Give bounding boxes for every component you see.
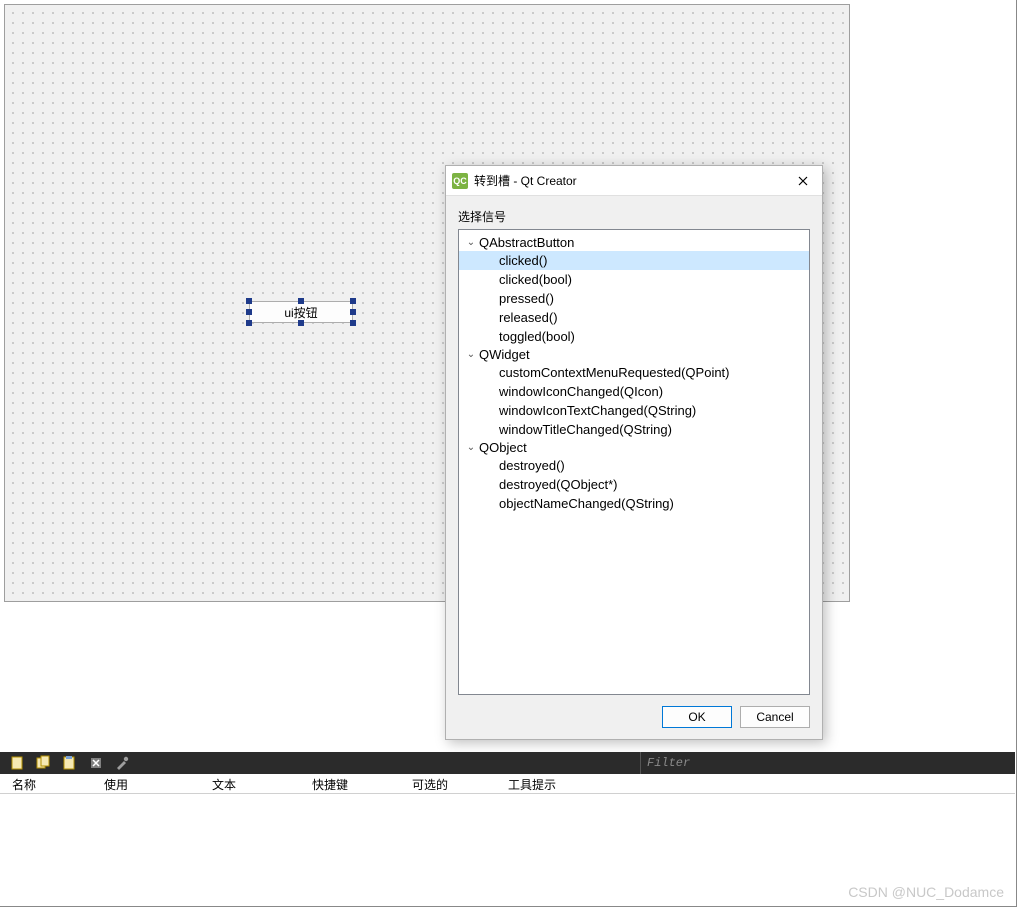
delete-action-icon[interactable] xyxy=(88,755,104,771)
col-shortcut[interactable]: 快捷键 xyxy=(300,774,400,793)
dialog-body: 选择信号 ⌄QAbstractButtonclicked()clicked(bo… xyxy=(446,196,822,695)
signal-item[interactable]: customContextMenuRequested(QPoint) xyxy=(459,363,809,382)
select-signal-label: 选择信号 xyxy=(458,208,810,225)
tree-group-QObject[interactable]: ⌄QObject xyxy=(459,439,809,456)
dialog-title: 转到槽 - Qt Creator xyxy=(474,172,790,189)
new-action-icon[interactable] xyxy=(10,755,26,771)
chevron-down-icon: ⌄ xyxy=(465,442,477,453)
paste-action-icon[interactable] xyxy=(62,755,78,771)
resize-handle-tm[interactable] xyxy=(298,298,304,304)
dialog-close-button[interactable] xyxy=(790,170,816,192)
signal-item[interactable]: clicked() xyxy=(459,251,809,270)
signal-item[interactable]: windowTitleChanged(QString) xyxy=(459,420,809,439)
filter-placeholder: Filter xyxy=(647,756,690,770)
dialog-button-row: OK Cancel xyxy=(446,695,822,739)
outer-frame: ui按钮 QC 转到槽 - Qt Creator xyxy=(0,0,1017,907)
ok-button[interactable]: OK xyxy=(662,706,732,728)
signal-item[interactable]: destroyed() xyxy=(459,456,809,475)
col-text[interactable]: 文本 xyxy=(200,774,300,793)
tree-group-QAbstractButton[interactable]: ⌄QAbstractButton xyxy=(459,234,809,251)
signal-item[interactable]: released() xyxy=(459,308,809,327)
signal-item[interactable]: toggled(bool) xyxy=(459,327,809,346)
col-used[interactable]: 使用 xyxy=(92,774,200,793)
chevron-down-icon: ⌄ xyxy=(465,349,477,360)
selected-widget[interactable]: ui按钮 xyxy=(249,301,353,323)
watermark: CSDN @NUC_Dodamce xyxy=(848,884,1004,900)
tree-group-QWidget[interactable]: ⌄QWidget xyxy=(459,346,809,363)
resize-handle-bl[interactable] xyxy=(246,320,252,326)
resize-handle-mr[interactable] xyxy=(350,309,356,315)
toolbar-icons xyxy=(0,755,130,771)
tree-group-label: QWidget xyxy=(479,347,530,362)
col-checkable[interactable]: 可选的 xyxy=(400,774,496,793)
configure-icon[interactable] xyxy=(114,755,130,771)
tree-group-label: QObject xyxy=(479,440,527,455)
ui-push-button-label: ui按钮 xyxy=(284,304,317,321)
dialog-titlebar[interactable]: QC 转到槽 - Qt Creator xyxy=(446,166,822,196)
tree-group-label: QAbstractButton xyxy=(479,235,574,250)
signal-tree[interactable]: ⌄QAbstractButtonclicked()clicked(bool)pr… xyxy=(458,229,810,695)
qt-creator-icon: QC xyxy=(452,173,468,189)
signal-item[interactable]: pressed() xyxy=(459,289,809,308)
cancel-button[interactable]: Cancel xyxy=(740,706,810,728)
copy-action-icon[interactable] xyxy=(36,755,52,771)
resize-handle-ml[interactable] xyxy=(246,309,252,315)
close-icon xyxy=(798,176,808,186)
signal-item[interactable]: windowIconChanged(QIcon) xyxy=(459,382,809,401)
signal-item[interactable]: clicked(bool) xyxy=(459,270,809,289)
chevron-down-icon: ⌄ xyxy=(465,237,477,248)
col-tooltip[interactable]: 工具提示 xyxy=(496,774,636,793)
go-to-slot-dialog: QC 转到槽 - Qt Creator 选择信号 ⌄QAbstractButto… xyxy=(445,165,823,740)
action-editor-toolbar: Filter xyxy=(0,752,1015,774)
resize-handle-tr[interactable] xyxy=(350,298,356,304)
signal-item[interactable]: destroyed(QObject*) xyxy=(459,475,809,494)
signal-item[interactable]: objectNameChanged(QString) xyxy=(459,494,809,513)
filter-input[interactable]: Filter xyxy=(640,752,1014,774)
resize-handle-bm[interactable] xyxy=(298,320,304,326)
signal-item[interactable]: windowIconTextChanged(QString) xyxy=(459,401,809,420)
col-name[interactable]: 名称 xyxy=(0,774,92,793)
resize-handle-br[interactable] xyxy=(350,320,356,326)
resize-handle-tl[interactable] xyxy=(246,298,252,304)
action-table-headers: 名称 使用 文本 快捷键 可选的 工具提示 xyxy=(0,774,1015,794)
